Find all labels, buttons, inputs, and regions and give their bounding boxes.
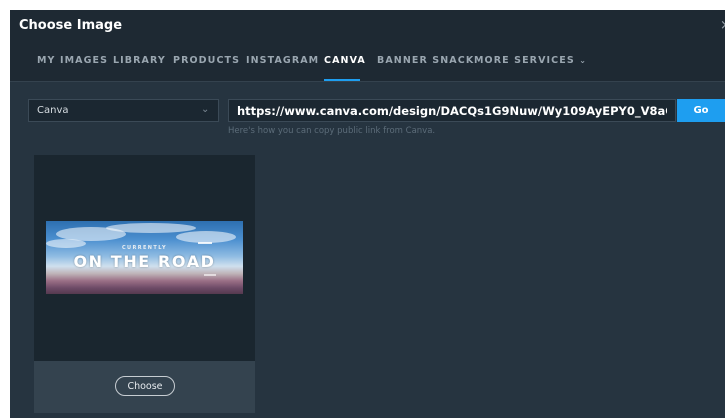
tab-banner-snack[interactable]: BANNER SNACK xyxy=(377,55,474,66)
tab-my-images[interactable]: MY IMAGES xyxy=(37,55,108,66)
tab-more-services-label: MORE SERVICES xyxy=(474,55,575,66)
cloud-shape xyxy=(106,223,196,233)
image-thumbnail: CURRENTLY ON THE ROAD xyxy=(46,221,243,294)
dialog-header: Choose Image × xyxy=(10,10,725,43)
tab-instagram[interactable]: INSTAGRAM xyxy=(246,55,319,66)
tab-canva[interactable]: CANVA xyxy=(324,55,366,66)
thumbnail-accent-bar xyxy=(204,274,216,276)
canva-link-hint: Here's how you can copy public link from… xyxy=(228,126,436,136)
source-select[interactable]: Canva ⌄ xyxy=(28,99,219,122)
tab-library[interactable]: LIBRARY xyxy=(113,55,166,66)
canva-url-input[interactable] xyxy=(228,99,676,122)
thumbnail-big-text: ON THE ROAD xyxy=(73,252,216,271)
dialog-title: Choose Image xyxy=(19,18,123,33)
source-select-value: Canva xyxy=(37,105,69,116)
choose-button[interactable]: Choose xyxy=(115,376,175,396)
chevron-down-icon: ⌄ xyxy=(201,104,210,115)
thumbnail-accent-bar xyxy=(198,242,212,244)
active-tab-indicator xyxy=(324,79,360,81)
service-tabs: MY IMAGES LIBRARY PRODUCTS INSTAGRAM CAN… xyxy=(10,43,725,82)
chevron-down-icon: ⌄ xyxy=(579,56,588,65)
choose-image-dialog: Choose Image × MY IMAGES LIBRARY PRODUCT… xyxy=(10,10,725,418)
thumbnail-small-text: CURRENTLY xyxy=(121,245,168,251)
close-icon[interactable]: × xyxy=(720,18,725,33)
tab-more-services[interactable]: MORE SERVICES ⌄ xyxy=(474,55,587,66)
image-card[interactable]: CURRENTLY ON THE ROAD Choose xyxy=(34,155,255,413)
tab-products[interactable]: PRODUCTS xyxy=(173,55,240,66)
go-button[interactable]: Go xyxy=(677,99,725,122)
image-card-footer: Choose xyxy=(34,361,255,413)
